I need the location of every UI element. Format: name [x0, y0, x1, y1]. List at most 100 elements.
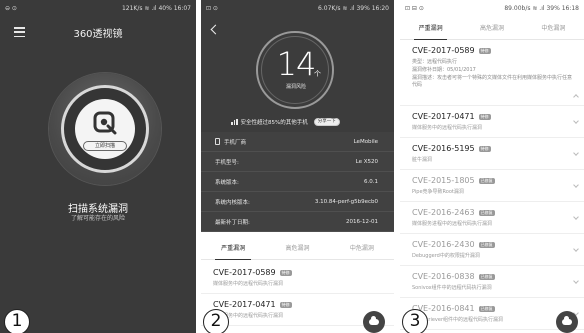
- chevron-down-icon[interactable]: [573, 118, 579, 124]
- step-number-badge: 2: [203, 309, 229, 333]
- vuln-id: CVE-2017-0471: [213, 300, 276, 309]
- status-badge: 已修复: [478, 305, 495, 312]
- status-bar: ⊖ ⊙ 121K/s ≋ .ıl 40% 16:07: [0, 0, 196, 16]
- vuln-deadline: 漏洞修补日期：05/01/2017: [412, 67, 476, 73]
- vuln-title: CVE-2017-0589 待修: [412, 46, 572, 55]
- step-number-badge: 3: [402, 309, 428, 333]
- vuln-description: 媒体服务进程中的远程代码执行漏洞: [412, 221, 493, 227]
- app-header: 360透视镜: [0, 16, 196, 48]
- vuln-item[interactable]: CVE-2015-1805 已修复 Pipe竞争导致Root漏洞: [400, 170, 584, 202]
- chevron-down-icon[interactable]: [573, 182, 579, 188]
- info-row: 系统内核版本: 3.10.84-perf-g5b9ecb0: [201, 192, 394, 212]
- tab-1[interactable]: 严重漏洞: [201, 238, 265, 260]
- vuln-title: CVE-2016-2430 已修复: [412, 240, 572, 249]
- info-value: LeMobile: [353, 138, 378, 145]
- back-icon[interactable]: [210, 24, 221, 35]
- scan-now-button[interactable]: 立即扫描: [83, 141, 127, 151]
- scan-core[interactable]: 立即扫描: [75, 99, 135, 159]
- vuln-title: CVE-2015-1805 已修复: [412, 176, 572, 185]
- phone-icon: [215, 138, 220, 145]
- status-badge: 待修: [478, 145, 491, 152]
- vuln-item[interactable]: CVE-2017-0589 待修 媒体服务中的远程代码执行漏洞: [201, 262, 394, 294]
- info-value: 2016-12-01: [346, 218, 378, 225]
- menu-icon[interactable]: [14, 27, 25, 37]
- tab-2[interactable]: 高危漏洞: [265, 238, 329, 259]
- risk-unit: 个: [314, 70, 321, 78]
- bar-chart-icon: [231, 119, 238, 125]
- vuln-description: 脏牛漏洞: [412, 157, 433, 163]
- status-badge: 待修: [478, 113, 491, 120]
- vuln-item-expanded[interactable]: CVE-2017-0589 待修 类型：远程代码执行 漏洞修补日期：05/01/…: [400, 40, 584, 106]
- vuln-id: CVE-2016-2430: [412, 240, 475, 249]
- chevron-down-icon[interactable]: [573, 150, 579, 156]
- status-badge: 已修复: [478, 177, 495, 184]
- status-left: ⊖ ⊙: [5, 4, 17, 12]
- info-key-text: 手机型号:: [215, 159, 239, 166]
- result-header: ⊡ ⊙ 6.07K/s ≋ .ıl 39% 16:20 14 个 漏洞风险 安全…: [201, 0, 394, 132]
- cloud-upload-button[interactable]: [556, 311, 578, 333]
- device-info: 手机厂商 LeMobile 手机型号: Le X520 系统版本: 6.0.1 系统内核版本…: [201, 132, 394, 232]
- collapse-icon[interactable]: [573, 94, 579, 100]
- tab-3[interactable]: 中危漏洞: [523, 18, 584, 39]
- info-row: 手机型号: Le X520: [201, 152, 394, 172]
- safety-line: 安全性超过85%的其他手机 分享一下: [231, 118, 340, 126]
- info-value: 6.0.1: [364, 178, 378, 185]
- share-button[interactable]: 分享一下: [313, 118, 340, 126]
- severity-tabs: 严重漏洞 高危漏洞 中危漏洞: [201, 238, 394, 260]
- vuln-id: CVE-2016-2463: [412, 208, 475, 217]
- vuln-description: Debuggerd中的权限提升漏洞: [412, 253, 480, 259]
- safety-text: 安全性超过85%的其他手机: [240, 120, 308, 126]
- info-key-text: 手机厂商: [224, 139, 247, 146]
- info-row: 系统版本: 6.0.1: [201, 172, 394, 192]
- status-badge: 待修: [279, 269, 292, 276]
- chevron-down-icon[interactable]: [573, 278, 579, 284]
- status-bar: ⊡ ⊙ 6.07K/s ≋ .ıl 39% 16:20: [201, 0, 394, 16]
- info-value: 3.10.84-perf-g5b9ecb0: [314, 198, 378, 205]
- risk-label: 漏洞风险: [285, 84, 306, 90]
- vuln-title: CVE-2016-5195 待修: [412, 144, 572, 153]
- tab-3[interactable]: 中危漏洞: [330, 238, 394, 259]
- status-badge: 待修: [279, 301, 292, 308]
- vuln-item[interactable]: CVE-2016-5195 待修 脏牛漏洞: [400, 138, 584, 170]
- info-key: 系统内核版本:: [215, 198, 250, 206]
- cloud-upload-button[interactable]: [363, 311, 385, 333]
- status-badge: 已修复: [478, 241, 495, 248]
- scan-dial: 立即扫描: [49, 73, 161, 185]
- status-badge: 已修复: [478, 273, 495, 280]
- tab-2[interactable]: 高危漏洞: [461, 18, 522, 39]
- chevron-down-icon[interactable]: [573, 214, 579, 220]
- vuln-item[interactable]: CVE-2017-0471 待修 媒体服务中的远程代码执行漏洞: [400, 106, 584, 138]
- info-key: 手机型号:: [215, 158, 239, 166]
- app-title: 360透视镜: [73, 28, 123, 40]
- info-row: 手机厂商 LeMobile: [201, 132, 394, 152]
- vuln-description: 媒体服务中的远程代码执行漏洞: [213, 281, 284, 287]
- step-number-badge: 1: [4, 309, 30, 333]
- risk-circle: 14 个 漏洞风险: [256, 31, 334, 109]
- status-left: ⊡ ⊙: [206, 4, 218, 12]
- vuln-item[interactable]: CVE-2016-0838 已修复 Sonivox组件中的远程代码执行漏洞: [400, 266, 584, 298]
- info-key-text: 系统版本:: [215, 179, 239, 186]
- status-right: 89.00b/s ≋ .ıl 39% 16:18: [504, 4, 579, 12]
- vuln-type: 类型：远程代码执行: [412, 59, 458, 65]
- vuln-title: CVE-2016-0838 已修复: [412, 272, 572, 281]
- vuln-id: CVE-2016-5195: [412, 144, 475, 153]
- status-badge: 待修: [478, 47, 491, 54]
- tab-1[interactable]: 严重漏洞: [400, 18, 461, 40]
- risk-circle-inner: 14 个 漏洞风险: [261, 36, 329, 104]
- chevron-down-icon[interactable]: [573, 246, 579, 252]
- vuln-id: CVE-2017-0471: [412, 112, 475, 121]
- scan-subheading: 了解可能存在的风险: [70, 215, 125, 222]
- severity-tabs: 严重漏洞 高危漏洞 中危漏洞: [400, 18, 584, 40]
- info-key-text: 系统内核版本:: [215, 199, 250, 206]
- status-bar: ⊡ ⊟ ⊙ 89.00b/s ≋ .ıl 39% 16:18: [400, 0, 584, 16]
- status-right: 121K/s ≋ .ıl 40% 16:07: [121, 4, 191, 12]
- cloud-icon: [369, 316, 379, 325]
- vuln-item[interactable]: CVE-2016-2463 已修复 媒体服务进程中的远程代码执行漏洞: [400, 202, 584, 234]
- vuln-item[interactable]: CVE-2016-2430 已修复 Debuggerd中的权限提升漏洞: [400, 234, 584, 266]
- vuln-id: CVE-2015-1805: [412, 176, 475, 185]
- phone-screen-detail: ⊡ ⊟ ⊙ 89.00b/s ≋ .ıl 39% 16:18 严重漏洞 高危漏洞中…: [400, 0, 584, 333]
- vuln-title: CVE-2017-0589 待修: [213, 268, 382, 277]
- vuln-id: CVE-2017-0589: [412, 46, 475, 55]
- cloud-icon: [562, 316, 572, 325]
- lens-icon: [93, 111, 117, 135]
